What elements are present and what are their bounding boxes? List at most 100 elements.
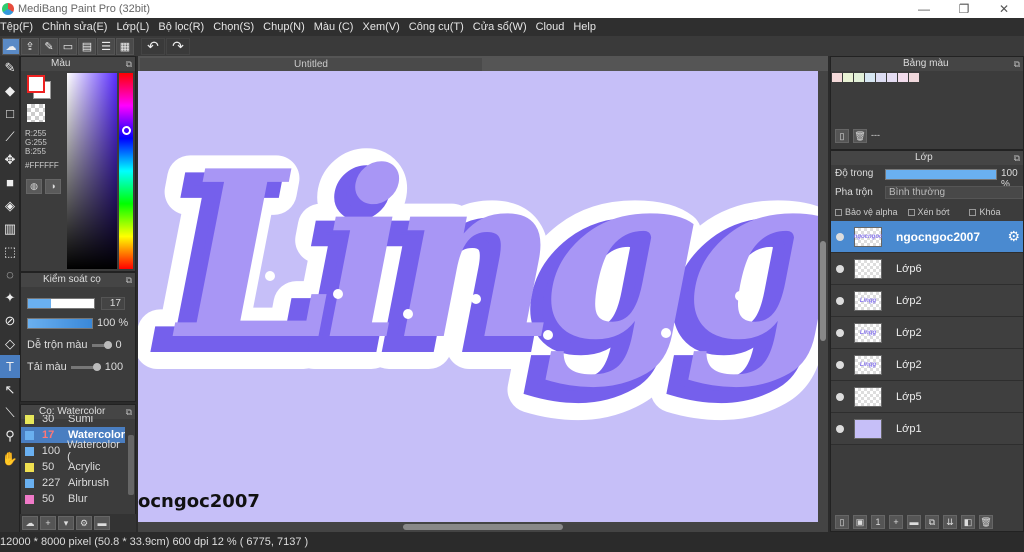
page-list-icon[interactable]: ☰	[97, 37, 115, 55]
layer-row[interactable]: Lingg Lớp2	[831, 285, 1023, 317]
document-icon[interactable]: ▤	[78, 37, 96, 55]
brush-item[interactable]: 227 Airbrush	[21, 475, 125, 491]
menu-file[interactable]: Tệp(F)	[0, 21, 33, 33]
delete-layer-icon[interactable]: 🗑	[979, 515, 993, 529]
select-rect-tool-icon[interactable]: ⬚	[0, 240, 20, 263]
cloud-icon[interactable]: ☁	[2, 37, 20, 55]
maximize-button[interactable]: ❐	[944, 0, 984, 18]
palette-swatch[interactable]	[865, 73, 875, 82]
menu-view[interactable]: Xem(V)	[362, 21, 399, 33]
menu-layer[interactable]: Lớp(L)	[116, 21, 149, 33]
visibility-icon[interactable]	[836, 232, 844, 241]
undo-icon[interactable]: ↶	[141, 37, 165, 55]
layer-row[interactable]: Lingg Lớp2	[831, 349, 1023, 381]
message-icon[interactable]: ▭	[59, 37, 77, 55]
layer-row[interactable]: Lớp5	[831, 381, 1023, 413]
eraser-tool-icon[interactable]: ◆	[0, 79, 20, 102]
menu-window[interactable]: Cửa sổ(W)	[473, 21, 527, 33]
redo-icon[interactable]: ↷	[166, 37, 190, 55]
transparent-color-swatch[interactable]	[27, 104, 45, 122]
merge-layer-icon[interactable]: ⇊	[943, 515, 957, 529]
visibility-icon[interactable]	[836, 296, 844, 305]
select-pen-tool-icon[interactable]: ⊘	[0, 309, 20, 332]
visibility-icon[interactable]	[836, 328, 844, 337]
menu-select[interactable]: Chọn(S)	[213, 21, 254, 33]
blend-mode-select[interactable]: Bình thường	[885, 186, 1023, 199]
layer-row-selected[interactable]: ngocngoc ngocngoc2007 ⚙	[831, 221, 1023, 253]
clipping-checkbox[interactable]: Xén bớt	[907, 207, 949, 217]
layer-row[interactable]: Lingg Lớp2	[831, 317, 1023, 349]
hand-tool-icon[interactable]: ✋	[0, 447, 20, 470]
comment-icon[interactable]: ✎	[40, 37, 58, 55]
brush-settings-icon[interactable]: ⚙	[76, 516, 92, 530]
brush-item[interactable]: 50 Blur	[21, 491, 125, 507]
gear-icon[interactable]: ⚙	[1007, 228, 1020, 245]
brush-folder-icon[interactable]: ▬	[94, 516, 110, 530]
visibility-icon[interactable]	[836, 360, 844, 369]
menu-filter[interactable]: Bộ lọc(R)	[158, 21, 204, 33]
canvas-vertical-scrollbar[interactable]	[818, 71, 828, 532]
blend-slider[interactable]	[91, 340, 112, 349]
rect-tool-icon[interactable]: □	[0, 102, 20, 125]
saturation-value-picker[interactable]	[67, 73, 117, 269]
layer-mask-icon[interactable]: ◧	[961, 515, 975, 529]
menu-tools[interactable]: Công cụ(T)	[409, 21, 464, 33]
eyedropper-tool-icon[interactable]: ⚲	[0, 424, 20, 447]
select-eraser-tool-icon[interactable]: ◇	[0, 332, 20, 355]
layer-opacity-slider[interactable]	[885, 169, 997, 180]
divide-tool-icon[interactable]: ⟍	[0, 401, 20, 424]
minimize-button[interactable]: —	[904, 0, 944, 18]
brush-item[interactable]: 30 Sumi	[21, 415, 125, 427]
cloud-brush-icon[interactable]: ☁	[22, 516, 38, 530]
canvas-horizontal-scrollbar[interactable]	[138, 522, 818, 532]
drawing-canvas[interactable]: Lingg Lingg Lingg ocngoc2007	[138, 71, 818, 522]
layer-row[interactable]: Lớp6	[831, 253, 1023, 285]
duplicate-layer-icon[interactable]: ⧉	[925, 515, 939, 529]
hue-slider[interactable]	[119, 73, 133, 269]
palette-swatch[interactable]	[843, 73, 853, 82]
new-palette-icon[interactable]: ▯	[835, 129, 849, 143]
lasso-tool-icon[interactable]: ◌	[0, 263, 20, 286]
brush-size-value[interactable]: 17	[101, 297, 125, 310]
brush-tool-icon[interactable]: ✎	[0, 56, 20, 79]
bucket-tool-icon[interactable]: ◈	[0, 194, 20, 217]
lock-checkbox[interactable]: Khóa	[969, 207, 1001, 217]
operation-tool-icon[interactable]: ↖	[0, 378, 20, 401]
palette-swatch[interactable]	[909, 73, 919, 82]
brush-list-scrollbar[interactable]	[128, 435, 134, 495]
fill-rect-tool-icon[interactable]: ■	[0, 171, 20, 194]
undock-icon[interactable]: ⧉	[1014, 151, 1020, 165]
add-layer-dropdown-icon[interactable]: +	[889, 515, 903, 529]
menu-help[interactable]: Help	[573, 21, 596, 33]
menu-cloud[interactable]: Cloud	[536, 21, 565, 33]
palette-icon[interactable]: ◍	[26, 179, 42, 194]
text-tool-icon[interactable]: T	[0, 355, 20, 378]
visibility-icon[interactable]	[836, 264, 844, 273]
new-halftone-layer-icon[interactable]: ▣	[853, 515, 867, 529]
brush-dropdown-icon[interactable]: ▾	[58, 516, 74, 530]
foreground-color-swatch[interactable]	[27, 75, 45, 93]
menu-snap[interactable]: Chụp(N)	[263, 21, 305, 33]
close-button[interactable]: ✕	[984, 0, 1024, 18]
load-slider[interactable]	[70, 362, 101, 371]
brush-item[interactable]: 100 Watercolor (	[21, 439, 125, 463]
layer-row[interactable]: Lớp1	[831, 413, 1023, 445]
brush-size-slider[interactable]	[27, 298, 95, 309]
new-folder-icon[interactable]: ▬	[907, 515, 921, 529]
canvas-tab[interactable]: Untitled	[140, 58, 482, 71]
visibility-icon[interactable]	[836, 424, 844, 433]
undock-icon[interactable]: ⧉	[126, 405, 132, 419]
new-layer-icon[interactable]: ▯	[835, 515, 849, 529]
share-icon[interactable]: ⇪	[21, 37, 39, 55]
line-tool-icon[interactable]: ⟋	[0, 125, 20, 148]
palette-swatch[interactable]	[898, 73, 908, 82]
palette-swatch[interactable]	[887, 73, 897, 82]
protect-alpha-checkbox[interactable]: Bảo vệ alpha	[835, 207, 898, 217]
color-picker-icon[interactable]: ◑	[45, 179, 61, 194]
new-8bit-layer-icon[interactable]: 1	[871, 515, 885, 529]
move-tool-icon[interactable]: ✥	[0, 148, 20, 171]
menu-color[interactable]: Màu (C)	[314, 21, 354, 33]
delete-palette-icon[interactable]: 🗑	[853, 129, 867, 143]
hue-handle[interactable]	[122, 126, 131, 135]
visibility-icon[interactable]	[836, 392, 844, 401]
